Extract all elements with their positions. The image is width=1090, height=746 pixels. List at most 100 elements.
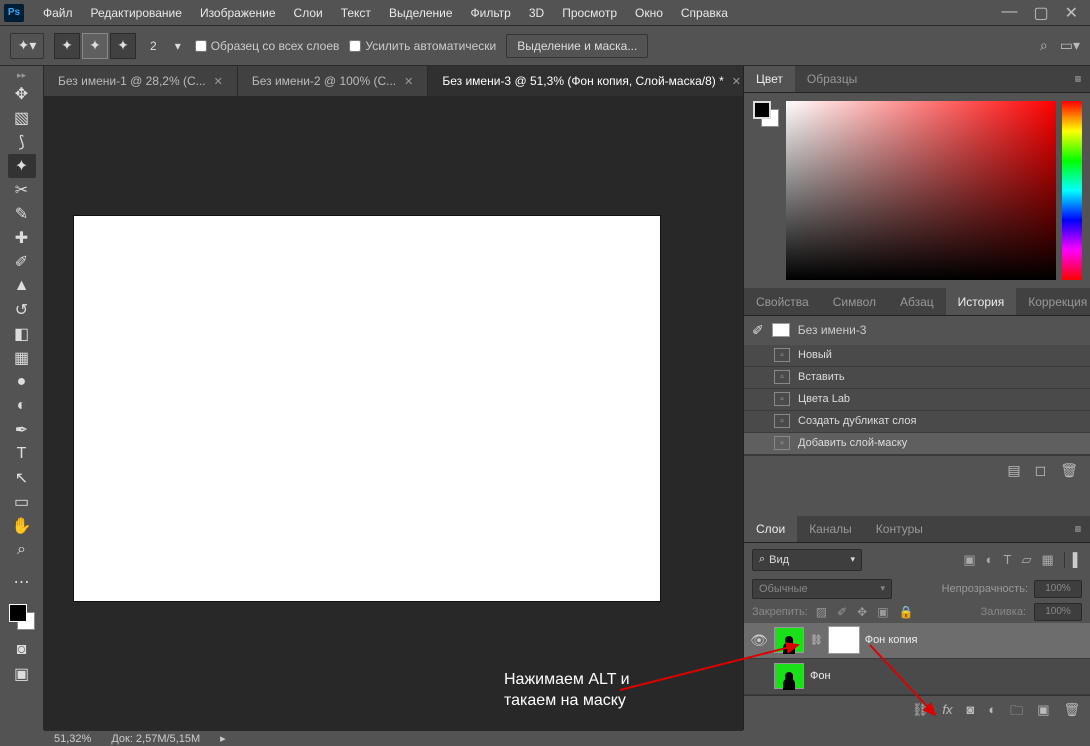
maximize-icon[interactable]: ▢: [1033, 3, 1048, 23]
menu-select[interactable]: Выделение: [380, 6, 462, 20]
crop-tool[interactable]: ✂: [8, 178, 36, 202]
layer-fx-icon[interactable]: fx: [942, 702, 952, 724]
add-mask-icon[interactable]: ◙: [966, 702, 974, 724]
blend-mode-select[interactable]: Обычные▾: [752, 579, 892, 599]
delete-layer-icon[interactable]: 🗑: [1063, 702, 1080, 724]
lasso-tool[interactable]: ⟆: [8, 130, 36, 154]
history-new-doc-icon[interactable]: ▤: [1007, 462, 1020, 479]
gradient-tool[interactable]: ▦: [8, 346, 36, 370]
marquee-tool[interactable]: ▧: [8, 106, 36, 130]
document-tab-2[interactable]: Без имени-2 @ 100% (C...✕: [238, 66, 429, 96]
hand-tool[interactable]: ✋: [8, 514, 36, 538]
history-item[interactable]: ▫Добавить слой-маску: [744, 433, 1090, 455]
close-icon[interactable]: ✕: [1065, 3, 1078, 23]
layer-mask-thumb[interactable]: [829, 627, 859, 653]
layer-thumb[interactable]: [774, 663, 804, 689]
tab-color[interactable]: Цвет: [744, 66, 795, 92]
pen-tool[interactable]: ✒: [8, 418, 36, 442]
tab-swatches[interactable]: Образцы: [795, 66, 869, 92]
tab-character[interactable]: Символ: [821, 288, 888, 314]
path-select-tool[interactable]: ↖: [8, 466, 36, 490]
lock-artboard-icon[interactable]: ▣: [877, 605, 888, 619]
menu-window[interactable]: Окно: [626, 6, 672, 20]
auto-enhance-checkbox[interactable]: Усилить автоматически: [349, 39, 496, 53]
layer-group-icon[interactable]: 🗀: [1010, 702, 1023, 724]
shape-tool[interactable]: ▭: [8, 490, 36, 514]
stamp-tool[interactable]: ▲: [8, 274, 36, 298]
healing-tool[interactable]: ✚: [8, 226, 36, 250]
selection-subtract-icon[interactable]: ✦: [110, 33, 136, 59]
zoom-tool[interactable]: ⌕: [8, 538, 36, 562]
visibility-icon[interactable]: 👁: [750, 632, 768, 649]
link-icon[interactable]: ⛓: [810, 635, 823, 646]
tab-properties[interactable]: Свойства: [744, 288, 821, 314]
tab-paragraph[interactable]: Абзац: [888, 288, 946, 314]
eraser-tool[interactable]: ◧: [8, 322, 36, 346]
canvas[interactable]: [74, 216, 660, 601]
layer-name[interactable]: Фон: [810, 670, 831, 682]
workspace-icon[interactable]: ▭▾: [1060, 37, 1080, 54]
link-layers-icon[interactable]: ⛓: [912, 702, 929, 724]
tab-history[interactable]: История: [946, 288, 1017, 314]
selection-new-icon[interactable]: ✦: [54, 33, 80, 59]
history-item[interactable]: ▫Вставить: [744, 367, 1090, 389]
hue-slider[interactable]: [1062, 101, 1082, 280]
quick-select-tool[interactable]: ✦: [8, 154, 36, 178]
tab-layers[interactable]: Слои: [744, 516, 797, 542]
menu-layers[interactable]: Слои: [285, 6, 332, 20]
type-tool[interactable]: T: [8, 442, 36, 466]
panel-color-swatch[interactable]: [753, 101, 779, 127]
history-brush-tool[interactable]: ↺: [8, 298, 36, 322]
canvas-area[interactable]: Нажимаем ALT и такаем на маску: [44, 96, 743, 730]
lock-position-icon[interactable]: ✥: [857, 605, 867, 619]
menu-help[interactable]: Справка: [672, 6, 737, 20]
lock-all-icon[interactable]: 🔒: [899, 605, 914, 619]
opacity-input[interactable]: 100%: [1034, 580, 1082, 598]
filter-shape-icon[interactable]: ▱: [1021, 552, 1031, 568]
close-tab-icon[interactable]: ✕: [404, 75, 413, 88]
tab-paths[interactable]: Контуры: [864, 516, 935, 542]
adjustment-layer-icon[interactable]: ◐: [988, 702, 996, 724]
layer-row[interactable]: Фон: [744, 659, 1090, 695]
layer-thumb[interactable]: [774, 627, 804, 653]
layer-row[interactable]: 👁 ⛓ Фон копия: [744, 623, 1090, 659]
layer-filter-kind[interactable]: ⌕ Вид ▾: [752, 549, 862, 571]
screenmode-icon[interactable]: ▣: [8, 662, 36, 686]
color-field[interactable]: [786, 101, 1056, 280]
quickmask-icon[interactable]: ◙: [8, 638, 36, 662]
layer-name[interactable]: Фон копия: [865, 634, 918, 646]
filter-pixel-icon[interactable]: ▣: [963, 552, 975, 568]
sample-all-layers-checkbox[interactable]: Образец со всех слоев: [195, 39, 340, 53]
minimize-icon[interactable]: —: [1001, 3, 1017, 23]
close-tab-icon[interactable]: ✕: [732, 75, 741, 88]
filter-adjust-icon[interactable]: ◐: [986, 552, 994, 568]
document-tab-1[interactable]: Без имени-1 @ 28,2% (C...✕: [44, 66, 238, 96]
eyedropper-tool[interactable]: ✎: [8, 202, 36, 226]
menu-text[interactable]: Текст: [332, 6, 380, 20]
new-layer-icon[interactable]: ▣: [1037, 702, 1049, 724]
history-snapshot-thumb[interactable]: [772, 323, 790, 337]
brush-size-value[interactable]: 2: [150, 39, 157, 53]
document-tab-3[interactable]: Без имени-3 @ 51,3% (Фон копия, Слой-мас…: [428, 66, 756, 96]
dodge-tool[interactable]: ◐: [8, 394, 36, 418]
status-caret-icon[interactable]: ▸: [220, 732, 226, 745]
history-item[interactable]: ▫Создать дубликат слоя: [744, 411, 1090, 433]
lock-trans-icon[interactable]: ▨: [816, 605, 827, 619]
color-swatch[interactable]: [9, 604, 35, 630]
history-delete-icon[interactable]: 🗑: [1060, 462, 1078, 479]
lock-pixels-icon[interactable]: ✐: [837, 605, 847, 619]
search-icon[interactable]: ⌕: [1040, 37, 1048, 54]
filter-toggle-icon[interactable]: ▌: [1064, 552, 1082, 568]
select-and-mask-button[interactable]: Выделение и маска...: [506, 34, 648, 58]
zoom-level[interactable]: 51,32%: [54, 733, 91, 745]
tools-collapse-icon[interactable]: ▸▸: [17, 70, 26, 82]
move-tool[interactable]: ✥: [8, 82, 36, 106]
panel-menu-icon[interactable]: ≡: [1066, 516, 1090, 542]
selection-add-icon[interactable]: ✦: [82, 33, 108, 59]
brush-tool[interactable]: ✐: [8, 250, 36, 274]
blur-tool[interactable]: ●: [8, 370, 36, 394]
tab-adjustments[interactable]: Коррекция: [1016, 288, 1090, 314]
fill-input[interactable]: 100%: [1034, 603, 1082, 621]
close-tab-icon[interactable]: ✕: [214, 75, 223, 88]
menu-3d[interactable]: 3D: [520, 6, 553, 20]
